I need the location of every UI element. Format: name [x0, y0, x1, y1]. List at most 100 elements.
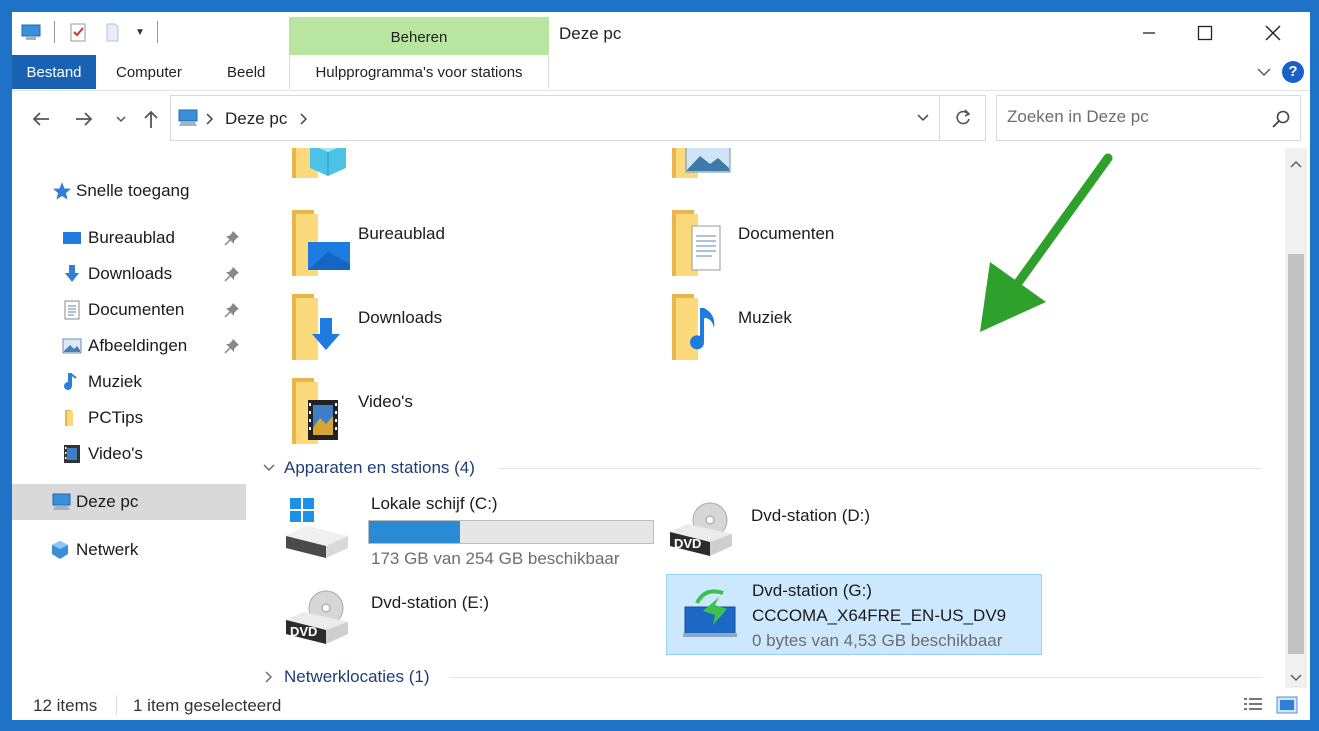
details-view-icon[interactable] [1242, 695, 1264, 715]
ribbon-expand-icon[interactable] [1256, 64, 1272, 80]
videos-folder-icon [288, 378, 352, 444]
refresh-icon [955, 109, 970, 125]
sidebar-item-desktop[interactable]: Bureaublad [12, 220, 246, 256]
qat-customize-icon[interactable]: ▼ [135, 27, 145, 38]
chevron-right-icon[interactable] [262, 670, 276, 684]
chevron-right-icon[interactable] [299, 112, 309, 125]
this-pc-icon[interactable] [20, 21, 42, 43]
sidebar-item-this-pc[interactable]: Deze pc [12, 484, 246, 520]
group-title: Netwerklocaties (1) [284, 667, 430, 686]
download-icon [62, 264, 82, 284]
capacity-fill [369, 521, 460, 543]
back-arrow-icon[interactable] [30, 108, 52, 130]
maximize-button[interactable] [1182, 18, 1228, 48]
document-icon [62, 300, 82, 320]
dvd-autoplay-icon [681, 583, 749, 649]
new-folder-icon[interactable] [101, 21, 123, 43]
ribbon-tabs: Bestand Computer Beeld Hulpprogramma's v… [12, 55, 1310, 91]
folder-tile[interactable] [248, 148, 588, 186]
folder-tile-documents[interactable]: Documenten [628, 204, 968, 284]
drive-tile-g[interactable]: Dvd-station (G:) CCCOMA_X64FRE_EN-US_DV9… [666, 574, 1042, 655]
group-header-devices[interactable]: Apparaten en stations (4) [262, 455, 1272, 481]
drive-name: Dvd-station (E:) [371, 593, 490, 612]
help-button[interactable]: ? [1282, 61, 1304, 83]
group-header-network[interactable]: Netwerklocaties (1) [262, 664, 1272, 688]
refresh-button[interactable] [940, 95, 986, 141]
sidebar-item-network[interactable]: Netwerk [12, 532, 246, 568]
scroll-up-icon[interactable] [1290, 156, 1302, 168]
scroll-thumb[interactable] [1288, 254, 1304, 654]
maximize-icon [1197, 25, 1213, 41]
desktop-folder-icon [288, 210, 352, 276]
scroll-down-icon[interactable] [1290, 670, 1302, 682]
quick-access-toolbar: ▼ [20, 21, 158, 43]
address-bar[interactable]: Deze pc [170, 95, 940, 141]
music-icon [62, 372, 82, 392]
dvd-badge: DVD [674, 536, 702, 551]
drive-volume-label: CCCOMA_X64FRE_EN-US_DV9 [752, 606, 1007, 625]
context-tab-manage[interactable]: Beheren [289, 17, 549, 55]
breadcrumb-this-pc[interactable]: Deze pc [225, 109, 287, 129]
drive-name: Lokale schijf (C:) [371, 494, 498, 513]
drive-tile-d[interactable]: DVD Dvd-station (D:) [666, 488, 1036, 566]
properties-icon[interactable] [67, 21, 89, 43]
group-divider [450, 677, 1262, 678]
folder-label: Downloads [358, 308, 443, 327]
drive-tile-c[interactable]: Lokale schijf (C:) 173 GB van 254 GB bes… [282, 488, 654, 568]
navigation-bar: Deze pc [12, 92, 1310, 148]
network-icon [50, 540, 70, 560]
vertical-scrollbar[interactable] [1285, 148, 1307, 688]
sidebar-item-label: Deze pc [76, 492, 139, 511]
minimize-icon [1143, 32, 1155, 34]
tab-view[interactable]: Beeld [227, 55, 265, 89]
status-divider [116, 695, 117, 715]
group-divider [498, 468, 1262, 469]
folder-tile-music[interactable]: Muziek [628, 288, 968, 368]
sidebar-item-label: Video's [88, 444, 143, 463]
pin-icon[interactable] [224, 230, 240, 246]
explorer-window: ▼ Beheren Deze pc Bestand Computer Beeld… [12, 12, 1310, 720]
music-folder-icon [668, 294, 732, 360]
search-input[interactable] [1007, 107, 1257, 127]
sidebar-item-label: Afbeeldingen [88, 336, 188, 355]
up-arrow-icon[interactable] [140, 108, 162, 130]
close-icon [1265, 25, 1281, 41]
sidebar-item-quick-access[interactable]: Snelle toegang [12, 173, 246, 209]
tab-drive-tools[interactable]: Hulpprogramma's voor stations [289, 55, 549, 89]
pin-icon[interactable] [224, 302, 240, 318]
forward-arrow-icon[interactable] [73, 108, 95, 130]
folder-label: Bureaublad [358, 224, 445, 243]
drive-name: Dvd-station (D:) [751, 506, 871, 525]
pin-icon[interactable] [224, 338, 240, 354]
documents-folder-icon [668, 210, 732, 276]
minimize-button[interactable] [1126, 18, 1172, 48]
sidebar-item-pctips[interactable]: PCTips [12, 400, 246, 436]
folder-tile[interactable] [628, 148, 968, 186]
recent-locations-icon[interactable] [114, 108, 128, 130]
sidebar-item-videos[interactable]: Video's [12, 436, 246, 472]
chevron-down-icon[interactable] [915, 110, 931, 126]
drive-name: Dvd-station (G:) [752, 581, 872, 600]
folder-tile-desktop[interactable]: Bureaublad [248, 204, 588, 284]
sidebar-item-pictures[interactable]: Afbeeldingen [12, 328, 246, 364]
video-icon [62, 444, 82, 464]
folder-tile-videos[interactable]: Video's [248, 372, 588, 452]
qat-divider [54, 21, 55, 43]
picture-icon [62, 336, 82, 356]
file-view: Bureaublad Documenten Downloads Muziek V… [248, 148, 1283, 688]
folder-tile-downloads[interactable]: Downloads [248, 288, 588, 368]
large-icons-view-icon[interactable] [1276, 695, 1298, 715]
sidebar-item-downloads[interactable]: Downloads [12, 256, 246, 292]
sidebar-item-documents[interactable]: Documenten [12, 292, 246, 328]
close-button[interactable] [1250, 18, 1296, 48]
sidebar-item-music[interactable]: Muziek [12, 364, 246, 400]
downloads-folder-icon [288, 294, 352, 360]
search-icon[interactable] [1271, 109, 1291, 129]
chevron-down-icon[interactable] [262, 461, 276, 475]
chevron-right-icon[interactable] [205, 112, 215, 125]
tab-file[interactable]: Bestand [12, 55, 96, 89]
pin-icon[interactable] [224, 266, 240, 282]
drive-tile-e[interactable]: DVD Dvd-station (E:) [282, 578, 652, 658]
tab-computer[interactable]: Computer [116, 55, 182, 89]
title-bar: ▼ Beheren Deze pc [12, 12, 1310, 56]
